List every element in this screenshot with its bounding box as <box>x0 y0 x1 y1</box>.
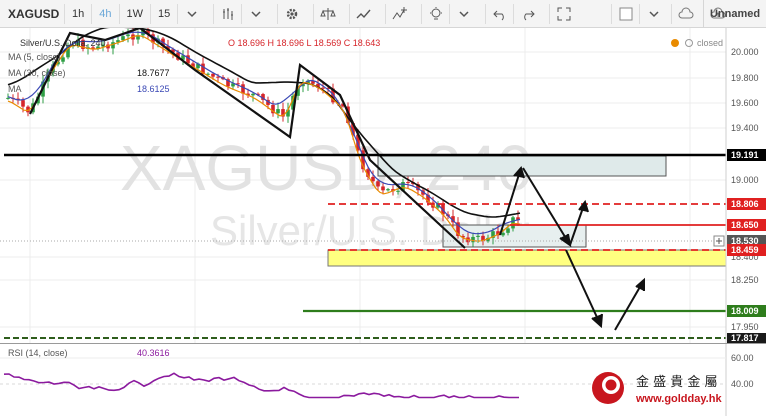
candle-body <box>376 181 380 187</box>
candle-body <box>21 100 25 107</box>
price-tick: 19.400 <box>731 123 759 133</box>
price-tick: 19.800 <box>731 73 759 83</box>
goldday-logo: 金 盛 貴 金 屬 www.goldday.hk <box>592 372 722 405</box>
chevron-down-icon[interactable] <box>449 3 477 24</box>
price-tick: 20.000 <box>731 47 759 57</box>
candle-body <box>6 97 10 99</box>
alert-icon[interactable] <box>421 3 449 24</box>
market-status-icon <box>671 39 679 47</box>
price-tag-18009: 18.009 <box>731 306 759 316</box>
candle-body <box>121 36 125 41</box>
price-tag-18806: 18.806 <box>731 199 759 209</box>
candle-body <box>251 93 255 96</box>
candle-body <box>371 176 375 182</box>
chevron-down-icon[interactable] <box>177 3 205 24</box>
interval-1h[interactable]: 1h <box>64 3 91 24</box>
brand-url: www.goldday.hk <box>635 393 722 405</box>
candle-body <box>511 217 515 229</box>
gear-icon[interactable] <box>277 3 305 24</box>
redo-icon[interactable] <box>513 3 541 24</box>
candle-body <box>276 109 280 114</box>
price-tick: 17.950 <box>731 322 759 332</box>
legend-ma5-label: MA (5, close) <box>8 52 61 62</box>
legend-ma3-label: MA <box>8 84 22 94</box>
legend-ma3-value: 18.6125 <box>137 84 170 94</box>
scale-icon[interactable] <box>313 3 341 24</box>
candle-body <box>501 232 505 236</box>
candle-body <box>506 228 510 233</box>
legend-ma30-value: 18.7677 <box>137 68 170 78</box>
rsi-value: 40.3616 <box>137 348 170 358</box>
price-chart[interactable]: XAGUSD, 240 Silver/U.S. Dollar 20.000 19… <box>0 28 766 416</box>
price-tag-17817: 17.817 <box>731 333 759 343</box>
market-status: closed <box>697 38 723 48</box>
rsi-tick-60: 60.00 <box>731 353 754 363</box>
cloud-save-icon[interactable] <box>671 3 699 24</box>
interval-1w[interactable]: 1W <box>118 3 151 24</box>
interval-4h[interactable]: 4h <box>91 3 118 24</box>
candle-body <box>476 235 480 237</box>
price-tick: 18.250 <box>731 275 759 285</box>
price-tick: 19.600 <box>731 98 759 108</box>
candle-body <box>126 34 130 37</box>
price-tag-18459: 18.459 <box>731 245 759 255</box>
indicators-icon[interactable] <box>349 3 377 24</box>
candle-body <box>61 57 65 62</box>
account-menu[interactable]: Unnamed <box>703 0 766 27</box>
symbol-search[interactable]: XAGUSD <box>0 7 64 21</box>
candle-body <box>386 189 390 191</box>
interval-15[interactable]: 15 <box>150 3 177 24</box>
chart-toolbar: XAGUSD 1h 4h 1W 15 Unnamed <box>0 0 766 28</box>
legend-ma30-label: MA (30, close) <box>8 68 66 78</box>
rsi-line <box>3 372 519 399</box>
candle-body <box>396 190 400 192</box>
chevron-down-icon[interactable] <box>639 3 667 24</box>
price-tag-18650: 18.650 <box>731 220 759 230</box>
rsi-tick-40: 40.00 <box>731 379 754 389</box>
legend-title: Silver/U.S. Dolla, 240 <box>20 38 106 48</box>
price-tag-19191: 19.191 <box>731 150 759 160</box>
brand-chinese: 金 盛 貴 金 屬 <box>636 374 718 390</box>
bar-style-icon[interactable] <box>213 3 241 24</box>
rsi-label: RSI (14, close) <box>8 348 68 358</box>
support-zone[interactable] <box>327 249 727 267</box>
undo-icon[interactable] <box>485 3 513 24</box>
candle-body <box>211 73 215 77</box>
legend-ohlc: O 18.696 H 18.696 L 18.569 C 18.643 <box>228 38 380 48</box>
compare-icon[interactable] <box>385 3 413 24</box>
candle-body <box>406 182 410 184</box>
price-axis[interactable]: 20.000 19.800 19.600 19.400 19.000 18.40… <box>731 47 759 332</box>
chevron-down-icon[interactable] <box>241 3 269 24</box>
fullscreen-icon[interactable] <box>549 3 577 24</box>
candle-body <box>381 186 385 191</box>
price-tick: 19.000 <box>731 175 759 185</box>
square-icon[interactable] <box>611 3 639 24</box>
